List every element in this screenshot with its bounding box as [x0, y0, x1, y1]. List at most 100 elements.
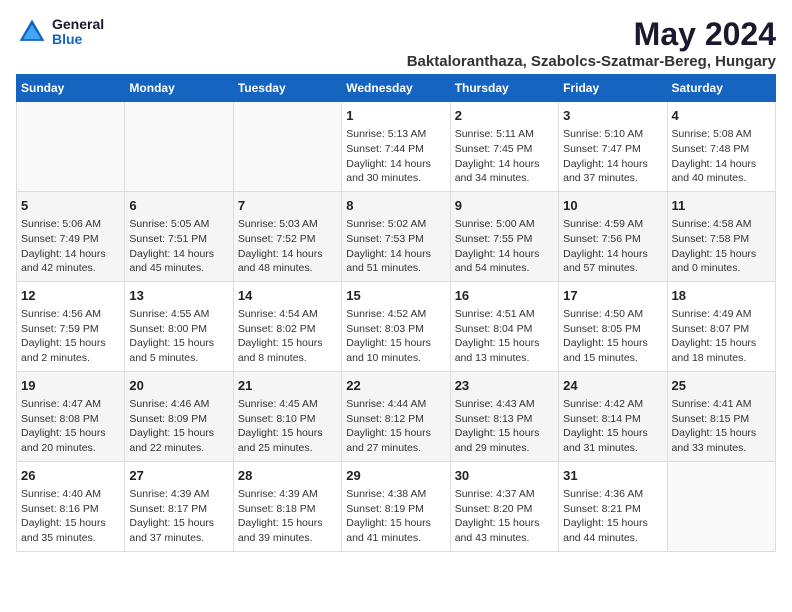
day-number: 14 [238, 287, 337, 305]
col-tuesday: Tuesday [233, 75, 341, 102]
col-friday: Friday [559, 75, 667, 102]
day-info: and 45 minutes. [129, 261, 228, 276]
day-info: Sunrise: 4:36 AM [563, 487, 662, 502]
day-number: 6 [129, 197, 228, 215]
day-info: Sunrise: 4:51 AM [455, 307, 554, 322]
day-info: and 43 minutes. [455, 531, 554, 546]
day-info: Sunrise: 5:10 AM [563, 127, 662, 142]
calendar-header: Sunday Monday Tuesday Wednesday Thursday… [17, 75, 776, 102]
day-number: 23 [455, 377, 554, 395]
day-number: 10 [563, 197, 662, 215]
calendar-cell: 28Sunrise: 4:39 AMSunset: 8:18 PMDayligh… [233, 461, 341, 551]
day-info: Daylight: 15 hours [672, 426, 771, 441]
day-info: Daylight: 14 hours [672, 157, 771, 172]
day-info: Sunrise: 5:11 AM [455, 127, 554, 142]
day-info: Sunset: 8:03 PM [346, 322, 445, 337]
calendar-cell: 7Sunrise: 5:03 AMSunset: 7:52 PMDaylight… [233, 191, 341, 281]
day-info: Daylight: 15 hours [455, 426, 554, 441]
calendar-cell: 27Sunrise: 4:39 AMSunset: 8:17 PMDayligh… [125, 461, 233, 551]
day-info: Sunset: 7:59 PM [21, 322, 120, 337]
day-info: Sunrise: 4:42 AM [563, 397, 662, 412]
calendar-cell: 5Sunrise: 5:06 AMSunset: 7:49 PMDaylight… [17, 191, 125, 281]
calendar-cell: 19Sunrise: 4:47 AMSunset: 8:08 PMDayligh… [17, 371, 125, 461]
day-info: and 8 minutes. [238, 351, 337, 366]
day-info: Sunrise: 4:58 AM [672, 217, 771, 232]
day-info: Sunrise: 4:39 AM [238, 487, 337, 502]
day-info: Sunset: 7:44 PM [346, 142, 445, 157]
day-info: Daylight: 14 hours [346, 247, 445, 262]
calendar-cell: 30Sunrise: 4:37 AMSunset: 8:20 PMDayligh… [450, 461, 558, 551]
week-row-1: 1Sunrise: 5:13 AMSunset: 7:44 PMDaylight… [17, 102, 776, 192]
day-number: 7 [238, 197, 337, 215]
day-info: Sunset: 8:16 PM [21, 502, 120, 517]
day-info: Sunset: 8:00 PM [129, 322, 228, 337]
day-info: Sunset: 8:07 PM [672, 322, 771, 337]
day-info: Daylight: 15 hours [129, 336, 228, 351]
day-info: Daylight: 15 hours [563, 516, 662, 531]
day-info: Sunset: 7:58 PM [672, 232, 771, 247]
day-number: 27 [129, 467, 228, 485]
day-info: Daylight: 15 hours [455, 336, 554, 351]
day-info: Sunrise: 4:50 AM [563, 307, 662, 322]
calendar-cell: 2 Sunrise: 5:11 AMSunset: 7:45 PMDaylight… [450, 102, 558, 192]
day-number: 15 [346, 287, 445, 305]
day-info: Daylight: 14 hours [455, 157, 554, 172]
day-info: Sunset: 8:05 PM [563, 322, 662, 337]
day-info: Daylight: 15 hours [455, 516, 554, 531]
calendar-cell: 10Sunrise: 4:59 AMSunset: 7:56 PMDayligh… [559, 191, 667, 281]
day-info: and 57 minutes. [563, 261, 662, 276]
day-info: Sunrise: 4:43 AM [455, 397, 554, 412]
day-info: Daylight: 14 hours [563, 247, 662, 262]
calendar-cell: 29Sunrise: 4:38 AMSunset: 8:19 PMDayligh… [342, 461, 450, 551]
calendar-cell: 31Sunrise: 4:36 AMSunset: 8:21 PMDayligh… [559, 461, 667, 551]
day-info: and 54 minutes. [455, 261, 554, 276]
calendar-cell: 25Sunrise: 4:41 AMSunset: 8:15 PMDayligh… [667, 371, 775, 461]
day-info: Sunrise: 5:06 AM [21, 217, 120, 232]
day-number: 29 [346, 467, 445, 485]
day-number: 11 [672, 197, 771, 215]
day-info: Daylight: 15 hours [238, 336, 337, 351]
day-info: Sunrise: 4:38 AM [346, 487, 445, 502]
day-number: 1 [346, 107, 445, 125]
day-number: 26 [21, 467, 120, 485]
day-info: Sunrise: 4:47 AM [21, 397, 120, 412]
day-info: and 13 minutes. [455, 351, 554, 366]
day-number: 31 [563, 467, 662, 485]
day-info: Daylight: 14 hours [21, 247, 120, 262]
day-info: Sunset: 7:47 PM [563, 142, 662, 157]
day-info: Sunrise: 4:45 AM [238, 397, 337, 412]
day-info: and 0 minutes. [672, 261, 771, 276]
day-info: and 5 minutes. [129, 351, 228, 366]
day-info: Daylight: 15 hours [129, 516, 228, 531]
day-info: Sunrise: 4:59 AM [563, 217, 662, 232]
calendar-cell: 26Sunrise: 4:40 AMSunset: 8:16 PMDayligh… [17, 461, 125, 551]
header-row: Sunday Monday Tuesday Wednesday Thursday… [17, 75, 776, 102]
day-info: Sunrise: 4:44 AM [346, 397, 445, 412]
day-info: Sunset: 7:53 PM [346, 232, 445, 247]
calendar-cell [17, 102, 125, 192]
day-info: and 41 minutes. [346, 531, 445, 546]
day-info: Sunrise: 4:49 AM [672, 307, 771, 322]
calendar-cell: 8Sunrise: 5:02 AMSunset: 7:53 PMDaylight… [342, 191, 450, 281]
calendar-cell: 18Sunrise: 4:49 AMSunset: 8:07 PMDayligh… [667, 281, 775, 371]
col-monday: Monday [125, 75, 233, 102]
calendar-cell: 3Sunrise: 5:10 AMSunset: 7:47 PMDaylight… [559, 102, 667, 192]
day-info: and 48 minutes. [238, 261, 337, 276]
week-row-4: 19Sunrise: 4:47 AMSunset: 8:08 PMDayligh… [17, 371, 776, 461]
day-info: Daylight: 15 hours [129, 426, 228, 441]
day-info: Daylight: 15 hours [346, 516, 445, 531]
calendar-cell: 14Sunrise: 4:54 AMSunset: 8:02 PMDayligh… [233, 281, 341, 371]
day-info: Sunrise: 5:08 AM [672, 127, 771, 142]
col-sunday: Sunday [17, 75, 125, 102]
day-info: Daylight: 14 hours [129, 247, 228, 262]
day-number: 2 [455, 107, 554, 125]
day-info: Daylight: 15 hours [346, 336, 445, 351]
day-info: Daylight: 15 hours [238, 516, 337, 531]
calendar-cell [667, 461, 775, 551]
day-info: Sunset: 7:45 PM [455, 142, 554, 157]
calendar-cell: 16Sunrise: 4:51 AMSunset: 8:04 PMDayligh… [450, 281, 558, 371]
col-wednesday: Wednesday [342, 75, 450, 102]
day-info: and 10 minutes. [346, 351, 445, 366]
day-info: and 29 minutes. [455, 441, 554, 456]
day-number: 21 [238, 377, 337, 395]
